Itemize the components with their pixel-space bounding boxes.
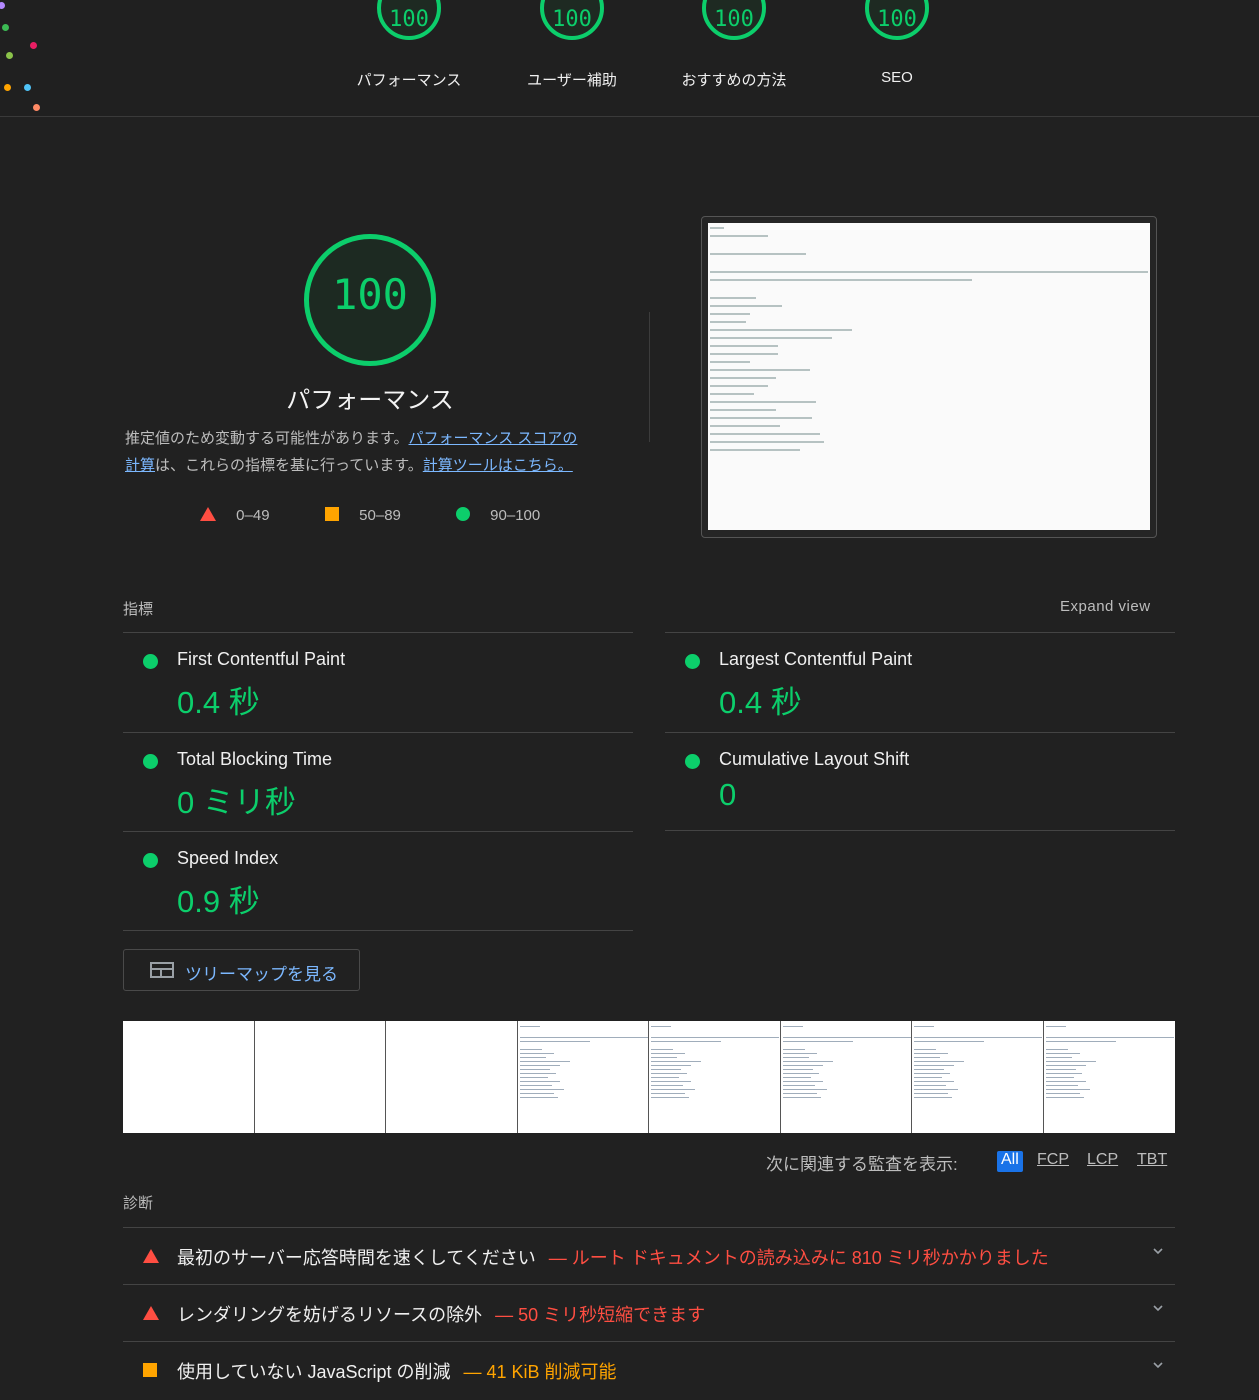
metric-value: 0 ミリ秒 [177, 785, 296, 820]
gauge-label: おすすめの方法 [681, 72, 787, 89]
performance-title: パフォーマンス [286, 387, 454, 414]
pass-circle-icon [685, 754, 700, 769]
metric-value: 0 [719, 777, 737, 812]
metric-total-blocking-time: Total Blocking Time 0 ミリ秒 [123, 732, 633, 832]
chevron-down-icon[interactable] [1153, 1360, 1163, 1370]
fail-triangle-icon [200, 507, 216, 521]
filter-chip-fcp[interactable]: FCP [1037, 1151, 1069, 1172]
pass-circle-icon [143, 853, 158, 868]
gauge-score: 100 [389, 7, 429, 32]
audit-title: 最初のサーバー応答時間を速くしてください [177, 1248, 536, 1268]
average-square-icon [143, 1363, 157, 1377]
view-treemap-button[interactable]: ツリーマップを見る [123, 949, 360, 991]
audit-server-response-time[interactable]: 最初のサーバー応答時間を速くしてください — ルート ドキュメントの読み込みに … [123, 1227, 1175, 1284]
gauge-label: ユーザー補助 [527, 72, 617, 89]
filter-label: 次に関連する監査を表示: [766, 1155, 958, 1174]
filmstrip-frame [649, 1021, 781, 1133]
metrics-heading: 指標 [123, 601, 154, 618]
pass-circle-icon [456, 507, 470, 521]
metric-first-contentful-paint: First Contentful Paint 0.4 秒 [123, 632, 633, 732]
metric-value: 0.4 秒 [177, 685, 260, 720]
treemap-icon [150, 962, 174, 978]
gauge-score: 100 [714, 7, 754, 32]
chevron-down-icon[interactable] [1153, 1303, 1163, 1313]
average-square-icon [325, 507, 339, 521]
metric-name: Cumulative Layout Shift [719, 749, 910, 769]
filter-chip-lcp[interactable]: LCP [1087, 1151, 1118, 1172]
diagnostics-heading: 診断 [123, 1195, 154, 1212]
audit-unused-javascript[interactable]: 使用していない JavaScript の削減 — 41 KiB 削減可能 [123, 1341, 1175, 1398]
gauge-label: SEO [881, 69, 913, 86]
filmstrip-frame [518, 1021, 649, 1133]
audit-title-row: レンダリングを妨げるリソースの除外 — 50 ミリ秒短縮できます [177, 1301, 705, 1327]
legend-average: 50–89 [325, 507, 401, 524]
filmstrip-frame [912, 1021, 1044, 1133]
gauge-score: 100 [552, 7, 592, 32]
metric-name: Largest Contentful Paint [719, 649, 913, 669]
metric-name: Total Blocking Time [177, 749, 333, 769]
filmstrip-frame [386, 1021, 518, 1133]
decoration-dot [33, 104, 40, 111]
pass-circle-icon [685, 654, 700, 669]
description-text: 推定値のため変動する可能性があります。 [125, 430, 409, 447]
pass-circle-icon [143, 654, 158, 669]
filmstrip-frame [123, 1021, 255, 1133]
scoring-link[interactable]: パフォーマンス スコアの [409, 430, 578, 447]
legend-label: 90–100 [490, 507, 541, 524]
fail-triangle-icon [143, 1306, 159, 1320]
expand-view-toggle[interactable]: Expand view [1060, 598, 1151, 615]
audit-detail: — 50 ミリ秒短縮できます [495, 1305, 706, 1325]
performance-score: 100 [332, 270, 408, 319]
treemap-button-label: ツリーマップを見る [185, 965, 338, 984]
performance-description: 推定値のため変動する可能性があります。パフォーマンス スコアの計算は、これらの指… [125, 425, 625, 479]
decoration-dot [0, 2, 5, 9]
chevron-down-icon[interactable] [1153, 1246, 1163, 1256]
divider [123, 930, 633, 931]
audit-detail: — ルート ドキュメントの読み込みに 810 ミリ秒かかりました [548, 1248, 1049, 1268]
metric-cumulative-layout-shift: Cumulative Layout Shift 0 [665, 732, 1175, 832]
audit-filter: 次に関連する監査を表示: All FCP LCP TBT [700, 1150, 1175, 1174]
description-text: は、これらの指標を基に行っています。 [155, 457, 423, 474]
metric-largest-contentful-paint: Largest Contentful Paint 0.4 秒 [665, 632, 1175, 732]
filter-chip-all[interactable]: All [997, 1151, 1023, 1172]
metric-name: Speed Index [177, 848, 279, 868]
decoration-dot [30, 42, 37, 49]
final-screenshot-image [708, 223, 1150, 530]
metric-speed-index: Speed Index 0.9 秒 [123, 831, 633, 931]
metric-name: First Contentful Paint [177, 649, 346, 669]
audit-title-row: 最初のサーバー応答時間を速くしてください — ルート ドキュメントの読み込みに … [177, 1244, 1049, 1270]
decoration-dot [6, 52, 13, 59]
decoration-dot [2, 24, 9, 31]
divider [665, 830, 1175, 831]
filmstrip [123, 1021, 1175, 1133]
filmstrip-frame [255, 1021, 386, 1133]
audit-render-blocking-resources[interactable]: レンダリングを妨げるリソースの除外 — 50 ミリ秒短縮できます [123, 1284, 1175, 1341]
legend-fail: 0–49 [200, 507, 270, 524]
legend-label: 50–89 [359, 507, 401, 524]
audit-title: 使用していない JavaScript の削減 [177, 1362, 451, 1382]
filmstrip-frame [1044, 1021, 1175, 1133]
gauge-score: 100 [877, 7, 917, 32]
filter-chip-tbt[interactable]: TBT [1137, 1151, 1167, 1172]
pass-circle-icon [143, 754, 158, 769]
scoring-link-continued[interactable]: 計算 [125, 457, 155, 474]
filmstrip-frame [781, 1021, 912, 1133]
decoration-dot [4, 84, 11, 91]
legend-label: 0–49 [236, 507, 270, 524]
audit-title: レンダリングを妨げるリソースの除外 [177, 1305, 483, 1325]
legend-pass: 90–100 [456, 507, 540, 524]
audit-title-row: 使用していない JavaScript の削減 — 41 KiB 削減可能 [177, 1358, 617, 1384]
gauge-label: パフォーマンス [356, 72, 462, 89]
fail-triangle-icon [143, 1249, 159, 1263]
metric-value: 0.4 秒 [719, 685, 802, 720]
divider [649, 312, 650, 442]
audit-detail: — 41 KiB 削減可能 [463, 1362, 617, 1382]
category-summary-bar: 100 パフォーマンス 100 ユーザー補助 100 おすすめの方法 100 S… [0, 0, 1259, 117]
calculator-link[interactable]: 計算ツールはこちら。 [423, 457, 573, 474]
metric-value: 0.9 秒 [177, 884, 260, 919]
final-screenshot[interactable] [701, 216, 1157, 538]
decoration-dot [24, 84, 31, 91]
